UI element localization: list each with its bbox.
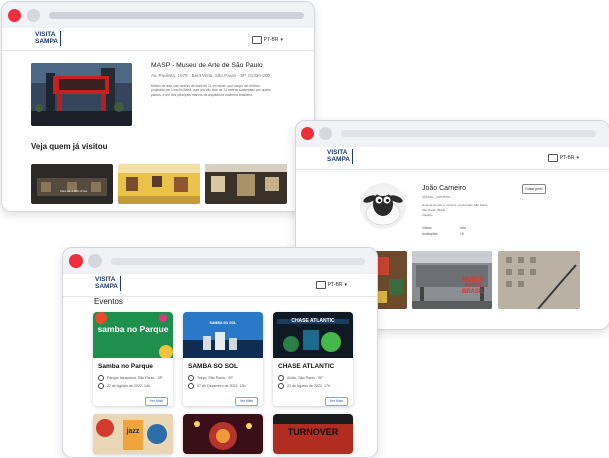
see-more-button[interactable]: Ver Mais <box>325 397 348 406</box>
bio-line: Viajante <box>422 213 433 217</box>
event-location: Parque Ibirapuera, São Paulo - SP <box>98 375 162 381</box>
site-navbar: VISITA SAMPA PT-BR ▾ <box>2 28 314 51</box>
stat-row: Avaliações 15 <box>422 232 464 236</box>
clock-icon <box>188 383 194 389</box>
museum-window: VISITA SAMPA PT-BR ▾ MASP - Museu de Arte … <box>1 1 315 212</box>
browser-titlebar <box>2 2 314 29</box>
visitor-photo-caption: Mais de 1.000 obras <box>60 189 88 193</box>
events-window: VISITA SAMPA PT-BR ▾ Eventos samba no Parq… <box>62 247 378 458</box>
language-selector[interactable]: PT-BR ▾ <box>251 36 283 44</box>
event-title: CHASE ATLANTIC <box>278 363 335 370</box>
see-more-button[interactable]: Ver Mais <box>235 397 258 406</box>
location-pin-icon <box>98 375 104 381</box>
location-pin-icon <box>188 375 194 381</box>
address-bar[interactable] <box>341 130 596 137</box>
site-logo[interactable]: VISITA SAMPA <box>327 149 353 164</box>
chevron-down-icon: ▾ <box>576 155 579 161</box>
close-window-button[interactable] <box>8 9 21 22</box>
close-window-button[interactable] <box>69 254 83 268</box>
event-card[interactable]: samba no Parque Samba no Parque Parque I… <box>93 312 173 406</box>
event-location: Tokyo, São Paulo - SP <box>188 375 233 381</box>
event-card[interactable]: jazz <box>93 414 173 454</box>
museum-photo <box>31 63 132 126</box>
event-art-text: TURNOVER <box>287 427 339 437</box>
event-art-text: CHASE ATLANTIC <box>277 319 349 324</box>
clock-icon <box>98 383 104 389</box>
translate-icon <box>315 281 326 289</box>
browser-titlebar <box>296 121 609 148</box>
event-card[interactable]: CHASE ATLANTIC CHASE ATLANTIC Audio, São… <box>273 312 353 406</box>
chevron-down-icon: ▾ <box>344 282 347 288</box>
event-card[interactable]: SAMBA SO SOL SAMBA SO SOL Tokyo, São Pau… <box>183 312 263 406</box>
site-logo[interactable]: VISITA SAMPA <box>35 31 61 46</box>
event-art-text: samba no Parque <box>97 324 169 334</box>
event-image: SAMBA SO SOL <box>183 312 263 358</box>
translate-icon <box>251 36 262 44</box>
event-location: Audio, São Paulo - SP <box>278 375 323 381</box>
profile-stats: Visitas Arte Avaliações 15 <box>422 225 466 237</box>
visited-heading: Veja quem já visitou <box>31 142 108 151</box>
event-title: Samba no Parque <box>98 363 153 370</box>
minimize-window-button[interactable] <box>88 254 102 268</box>
museum-title: MASP - Museu de Arte de São Paulo <box>151 62 263 69</box>
site-logo[interactable]: VISITA SAMPA <box>95 276 121 291</box>
clock-icon <box>278 383 284 389</box>
profile-bio: Amante de arte e museus, explorando São … <box>422 203 488 218</box>
event-art-text: jazz <box>126 428 140 435</box>
event-card[interactable] <box>183 414 263 454</box>
event-image: samba no Parque <box>93 312 173 358</box>
site-navbar: VISITA SAMPA PT-BR ▾ <box>296 147 609 170</box>
chevron-down-icon: ▾ <box>280 37 283 43</box>
event-card[interactable]: TURNOVER <box>273 414 353 454</box>
see-more-button[interactable]: Ver Mais <box>145 397 168 406</box>
event-date: 22 de Agosto de 2022, 14h <box>98 383 150 389</box>
events-heading: Eventos <box>94 297 123 306</box>
visitor-photo[interactable] <box>118 164 200 204</box>
language-selector[interactable]: PT-BR ▾ <box>315 281 347 289</box>
language-selector[interactable]: PT-BR ▾ <box>547 154 579 162</box>
profile-photo[interactable]: MUSEU AFRO BRASIL <box>412 251 492 309</box>
location-pin-icon <box>278 375 284 381</box>
museum-address: Av. Paulista, 1578 - Bela Vista, São Pau… <box>151 73 271 78</box>
edit-profile-button[interactable]: Editar perfil <box>522 184 546 194</box>
profile-avatar <box>360 183 406 229</box>
translate-icon <box>547 154 558 162</box>
address-bar[interactable] <box>49 12 304 19</box>
browser-titlebar <box>63 248 377 275</box>
profile-username: @joao_carneiro <box>422 194 451 199</box>
event-art-text: SAMBA SO SOL <box>209 321 237 325</box>
site-navbar: VISITA SAMPA PT-BR ▾ <box>63 274 377 297</box>
address-bar[interactable] <box>111 258 365 265</box>
photo-caption: MUSEU AFRO BRASIL <box>461 277 485 295</box>
visitor-photo[interactable]: Mais de 1.000 obras <box>31 164 113 204</box>
minimize-window-button[interactable] <box>319 127 332 140</box>
museum-description: Museu de arte com acervo de mais de 11 m… <box>151 84 272 97</box>
profile-photo[interactable] <box>498 251 580 309</box>
event-title: SAMBA SO SOL <box>188 363 238 370</box>
minimize-window-button[interactable] <box>27 9 40 22</box>
profile-name: João Carneiro <box>422 185 466 192</box>
event-date: 22 de Agosto de 2022, 17h <box>278 383 330 389</box>
event-image: CHASE ATLANTIC <box>273 312 353 358</box>
visitor-photo[interactable] <box>205 164 287 204</box>
event-date: 07 de Dezembro de 2022, 13h <box>188 383 246 389</box>
close-window-button[interactable] <box>301 127 314 140</box>
